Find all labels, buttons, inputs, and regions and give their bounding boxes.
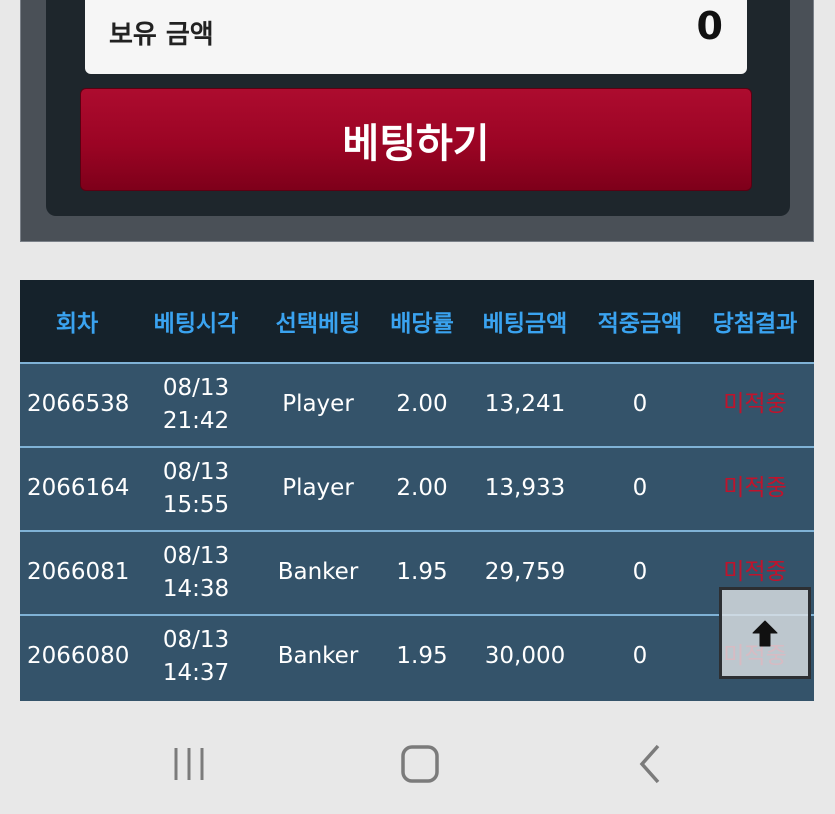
table-row: 2066164 08/13 15:55 Player 2.00 13,933 0 … (20, 446, 814, 531)
cell-round: 2066538 (20, 362, 134, 447)
balance-value: 0 (696, 4, 723, 48)
cell-bet-amount: 13,241 (466, 362, 584, 447)
cell-win-amount: 0 (584, 530, 696, 615)
cell-round: 2066081 (20, 530, 134, 615)
recent-apps-icon (174, 748, 204, 780)
cell-result: 미적중 (696, 446, 814, 531)
cell-date: 08/13 (162, 374, 230, 401)
header-bet-amount: 베팅금액 (466, 280, 584, 363)
cell-bet-amount: 13,933 (466, 446, 584, 531)
cell-time: 14:37 (162, 660, 230, 686)
cell-bet-amount: 30,000 (466, 614, 584, 698)
cell-selection: Banker (258, 614, 378, 698)
cell-round: 2066164 (20, 446, 134, 531)
header-selection: 선택베팅 (258, 280, 378, 363)
home-button[interactable] (395, 739, 445, 789)
cell-odds: 2.00 (378, 446, 466, 531)
table-row: 2066538 08/13 21:42 Player 2.00 13,241 0 … (20, 362, 814, 447)
cell-round: 2066080 (20, 614, 134, 698)
place-bet-button[interactable]: 베팅하기 (80, 88, 752, 191)
cell-time: 14:38 (162, 576, 230, 602)
cell-odds: 1.95 (378, 614, 466, 698)
scroll-to-top-button[interactable] (719, 587, 811, 679)
cell-odds: 1.95 (378, 530, 466, 615)
cell-date: 08/13 (162, 542, 230, 569)
cell-date: 08/13 (162, 458, 230, 485)
balance-box: 보유 금액 0 (85, 0, 747, 74)
cell-win-amount: 0 (584, 362, 696, 447)
table-row: 2066081 08/13 14:38 Banker 1.95 29,759 0 … (20, 530, 814, 615)
cell-odds: 2.00 (378, 362, 466, 447)
cell-selection: Player (258, 446, 378, 531)
betting-panel-inner: 보유 금액 0 베팅하기 (46, 0, 790, 216)
cell-result: 미적중 (696, 362, 814, 447)
cell-selection: Banker (258, 530, 378, 615)
header-round: 회차 (20, 280, 134, 363)
cell-bet-time: 08/13 15:55 (134, 446, 258, 531)
betting-panel: 보유 금액 0 베팅하기 (20, 0, 814, 242)
recent-apps-button[interactable] (165, 739, 215, 789)
table-header-row: 회차 베팅시각 선택베팅 배당률 베팅금액 적중금액 당첨결과 (20, 280, 814, 363)
balance-label: 보유 금액 (109, 20, 214, 50)
cell-time: 21:42 (162, 408, 230, 434)
header-win-amount: 적중금액 (584, 280, 696, 363)
cell-bet-amount: 29,759 (466, 530, 584, 615)
back-icon (639, 744, 660, 784)
cell-selection: Player (258, 362, 378, 447)
header-odds: 배당률 (378, 280, 466, 363)
cell-bet-time: 08/13 21:42 (134, 362, 258, 447)
header-bet-time: 베팅시각 (134, 280, 258, 363)
header-result: 당첨결과 (696, 280, 814, 363)
cell-bet-time: 08/13 14:38 (134, 530, 258, 615)
cell-bet-time: 08/13 14:37 (134, 614, 258, 698)
cell-time: 15:55 (162, 492, 230, 518)
cell-win-amount: 0 (584, 446, 696, 531)
back-button[interactable] (625, 739, 675, 789)
arrow-up-icon (752, 620, 778, 647)
cell-date: 08/13 (162, 626, 230, 653)
table-row: 2066080 08/13 14:37 Banker 1.95 30,000 0 … (20, 614, 814, 698)
bet-history-table: 회차 베팅시각 선택베팅 배당률 베팅금액 적중금액 당첨결과 2066538 … (20, 280, 814, 701)
home-icon (401, 745, 439, 783)
cell-win-amount: 0 (584, 614, 696, 698)
android-nav-bar (0, 714, 835, 814)
